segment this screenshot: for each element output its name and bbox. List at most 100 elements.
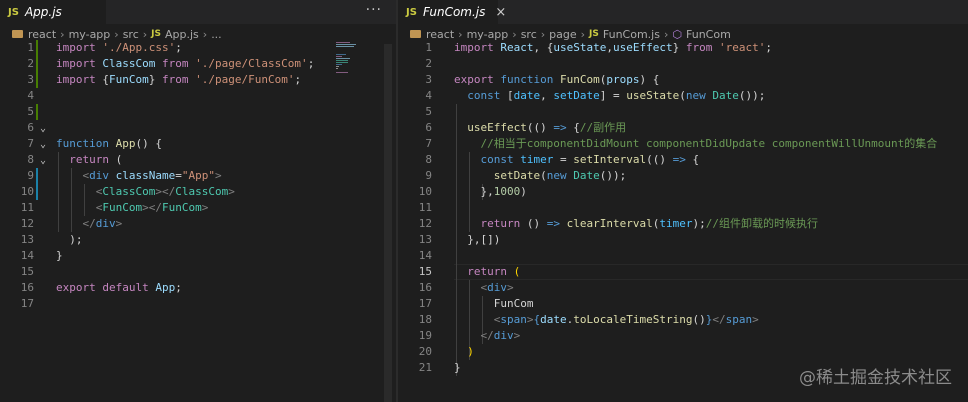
code-token: ;: [294, 73, 302, 86]
code-line[interactable]: 19 </div>: [398, 328, 968, 344]
code-line[interactable]: 9 setDate(new Date());: [398, 168, 968, 184]
tab-funcom-js[interactable]: JS FunCom.js ×: [398, 0, 506, 24]
code-line[interactable]: 18 <span>{date.toLocaleTimeString()}</sp…: [398, 312, 968, 328]
code-token: =>: [553, 121, 567, 134]
code-line[interactable]: 8 return (: [0, 152, 396, 168]
code-line[interactable]: 1 import React, {useState,useEffect} from…: [398, 40, 968, 56]
code-line[interactable]: 14}: [0, 248, 396, 264]
code-token: [: [507, 89, 514, 102]
code-token: FunCom: [559, 73, 600, 86]
code-line[interactable]: 7 //相当于componentDidMount componentDidUpd…: [398, 136, 968, 152]
tab-label: FunCom.js: [422, 5, 486, 19]
code-token: =: [553, 153, 574, 166]
breadcrumb-item[interactable]: src: [521, 28, 537, 41]
code-line[interactable]: 11 <FunCom></FunCom>: [0, 200, 396, 216]
code-line[interactable]: 14: [398, 248, 968, 264]
breadcrumb-item[interactable]: ...: [211, 28, 222, 41]
code-token: ((): [646, 153, 673, 166]
more-actions-icon[interactable]: ···: [366, 2, 382, 18]
close-icon[interactable]: ×: [495, 5, 506, 20]
vertical-scrollbar[interactable]: [384, 44, 392, 402]
line-number: 19: [418, 329, 432, 342]
code-line[interactable]: 10 <ClassCom></ClassCom>: [0, 184, 396, 200]
breadcrumb-item[interactable]: my-app: [69, 28, 111, 41]
code-text: //相当于componentDidMount componentDidUpdat…: [454, 136, 938, 152]
minimap-line: [336, 62, 348, 63]
code-text: </div>: [454, 328, 521, 344]
code-token: function: [56, 137, 116, 150]
code-token: >: [752, 313, 759, 326]
code-editor-app-js[interactable]: ⌄ ⌄ ⌄ 1 import './App.css'; 2 import ClassC…: [0, 40, 396, 402]
line-number: 8: [27, 153, 34, 166]
code-token: ></: [155, 185, 176, 198]
code-line[interactable]: 20 ): [398, 344, 968, 360]
code-token: ());: [738, 89, 766, 102]
breadcrumb-item[interactable]: App.js: [165, 28, 199, 41]
breadcrumb-item[interactable]: react: [28, 28, 56, 41]
chevron-right-icon: ›: [202, 27, 208, 41]
code-line[interactable]: 6 useEffect(() => {//副作用: [398, 120, 968, 136]
breadcrumb-item[interactable]: page: [549, 28, 576, 41]
code-line[interactable]: 16 <div>: [398, 280, 968, 296]
code-token: },[]): [454, 233, 501, 246]
line-number: 15: [418, 265, 432, 278]
code-token: {: [566, 121, 580, 134]
code-line[interactable]: 7 function App() {: [0, 136, 396, 152]
line-number: 7: [27, 137, 34, 150]
code-token: './App.css': [102, 41, 176, 54]
code-token: useEffect: [467, 121, 527, 134]
code-line[interactable]: 17: [0, 296, 396, 312]
code-line[interactable]: 11: [398, 200, 968, 216]
code-token: span: [500, 313, 527, 326]
line-number: 17: [20, 297, 34, 310]
code-line[interactable]: 10 },1000): [398, 184, 968, 200]
code-line[interactable]: 15 return (: [398, 264, 968, 280]
code-editor-funcom-js[interactable]: 1 import React, {useState,useEffect} from…: [398, 40, 968, 402]
code-token: ;: [175, 41, 182, 54]
code-token: //组件卸载的时候执行: [705, 217, 818, 230]
breadcrumb-item[interactable]: src: [123, 28, 139, 41]
code-line[interactable]: 4 const [date, setDate] = useState(new D…: [398, 88, 968, 104]
code-text: function App() {: [56, 136, 162, 152]
code-line[interactable]: 4: [0, 88, 396, 104]
code-token: function: [500, 73, 560, 86]
code-line[interactable]: 5: [398, 104, 968, 120]
code-text: <FunCom></FunCom>: [56, 200, 209, 216]
code-token: className: [115, 169, 176, 182]
code-line[interactable]: 13 },[]): [398, 232, 968, 248]
code-line[interactable]: 9 <div className="App">: [0, 168, 396, 184]
code-text: }: [454, 360, 461, 376]
breadcrumb-item[interactable]: react: [426, 28, 454, 41]
code-line[interactable]: 5: [0, 104, 396, 120]
code-token: //副作用: [579, 121, 627, 134]
breadcrumb-item[interactable]: my-app: [467, 28, 509, 41]
code-token: }: [148, 73, 162, 86]
code-token: FunCom: [108, 73, 149, 86]
code-line[interactable]: 8 const timer = setInterval(() => {: [398, 152, 968, 168]
code-line[interactable]: 16 export default App;: [0, 280, 396, 296]
line-number: 11: [20, 201, 34, 214]
breadcrumb-item[interactable]: FunCom.js: [603, 28, 660, 41]
code-text: export default App;: [56, 280, 182, 296]
tab-bar: JS FunCom.js ×: [398, 0, 968, 24]
code-line[interactable]: 15: [0, 264, 396, 280]
code-line[interactable]: 6: [0, 120, 396, 136]
code-line[interactable]: 17 FunCom: [398, 296, 968, 312]
code-token: {: [102, 73, 109, 86]
code-token: div: [493, 329, 514, 342]
tab-app-js[interactable]: JS App.js: [0, 0, 106, 24]
code-token: ] =: [599, 89, 627, 102]
code-line[interactable]: 3 export function FunCom(props) {: [398, 72, 968, 88]
code-line[interactable]: 12 </div>: [0, 216, 396, 232]
breadcrumb-item[interactable]: FunCom: [686, 28, 731, 41]
chevron-right-icon: ›: [114, 27, 119, 41]
code-token: React: [500, 41, 534, 54]
code-token: ></: [142, 201, 162, 214]
minimap[interactable]: [336, 42, 376, 82]
code-line[interactable]: 13 );: [0, 232, 396, 248]
code-line[interactable]: 12 return () => clearInterval(timer);//组…: [398, 216, 968, 232]
code-line[interactable]: 2: [398, 56, 968, 72]
